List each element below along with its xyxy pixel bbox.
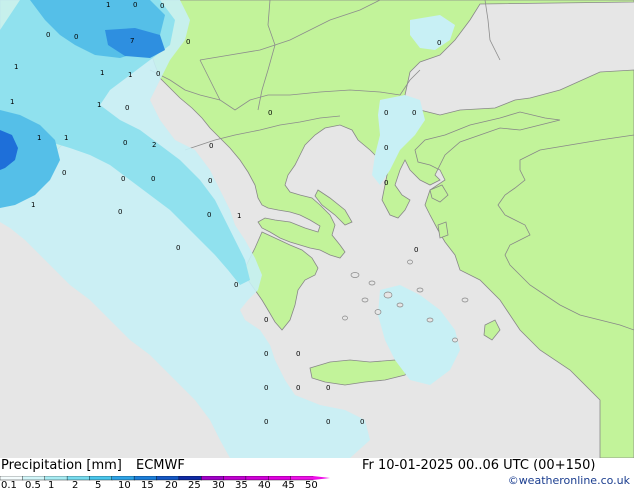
forecast-datetime: Fr 10-01-2025 00..06 UTC (00+150) [362, 458, 596, 473]
legend-tick-label: 30 [212, 480, 225, 490]
legend-tick-label: 10 [118, 480, 131, 490]
zero-marker: 0 [133, 1, 137, 9]
legend-tick-label: 25 [188, 480, 201, 490]
zero-marker: 0 [208, 177, 212, 185]
legend-tick-label: 15 [141, 480, 154, 490]
zero-marker: 0 [437, 39, 441, 47]
value-label: 7 [130, 37, 134, 45]
zero-marker: 0 [118, 208, 122, 216]
legend-swatch [66, 476, 91, 481]
value-label: 2 [152, 141, 156, 149]
value-label: 1 [31, 201, 35, 209]
zero-marker: 0 [326, 418, 330, 426]
zero-marker: 0 [264, 384, 268, 392]
zero-marker: 0 [186, 38, 190, 46]
credit-link[interactable]: ©weatheronline.co.uk [508, 475, 630, 487]
zero-marker: 0 [360, 418, 364, 426]
weather-map-view: 1 1 1 7 1 1 1 1 1 1 1 2 0 0 0 0 0 0 0 0 … [0, 0, 634, 490]
zero-marker: 0 [384, 179, 388, 187]
zero-marker: 0 [46, 31, 50, 39]
zero-marker: 0 [296, 384, 300, 392]
value-label: 1 [37, 134, 41, 142]
value-label: 1 [97, 101, 101, 109]
legend-tick-label: 2 [72, 480, 79, 490]
precipitation-map: 1 1 1 7 1 1 1 1 1 1 1 2 0 0 0 0 0 0 0 0 … [0, 0, 634, 458]
legend-tick-label: 5 [95, 480, 102, 490]
zero-marker: 0 [209, 142, 213, 150]
zero-marker: 0 [123, 139, 127, 147]
legend-tick-label: 0.5 [25, 480, 41, 490]
legend-tick-label: 40 [258, 480, 271, 490]
zero-marker: 0 [264, 316, 268, 324]
zero-marker: 0 [151, 175, 155, 183]
zero-marker: 0 [121, 175, 125, 183]
value-label: 1 [10, 98, 14, 106]
zero-marker: 0 [268, 109, 272, 117]
zero-marker: 0 [296, 350, 300, 358]
zero-marker: 0 [414, 246, 418, 254]
legend-tick-label: 20 [165, 480, 178, 490]
value-label: 1 [237, 212, 241, 220]
zero-marker: 0 [125, 104, 129, 112]
legend-tick-label: 1 [48, 480, 55, 490]
value-label: 1 [106, 1, 110, 9]
value-label: 1 [128, 71, 132, 79]
value-label: 1 [14, 63, 18, 71]
zero-marker: 0 [176, 244, 180, 252]
legend-tick-label: 0.1 [1, 480, 17, 490]
zero-marker: 0 [62, 169, 66, 177]
zero-marker: 0 [234, 281, 238, 289]
zero-marker: 0 [264, 350, 268, 358]
zero-marker: 0 [264, 418, 268, 426]
value-label: 1 [100, 69, 104, 77]
zero-marker: 0 [412, 109, 416, 117]
zero-marker: 0 [74, 33, 78, 41]
model-name: ECMWF [136, 458, 185, 473]
zero-marker: 0 [326, 384, 330, 392]
precipitation-title: Precipitation [mm] [1, 458, 122, 473]
zero-marker: 0 [384, 109, 388, 117]
value-label: 1 [64, 134, 68, 142]
legend-tick-label: 50 [305, 480, 318, 490]
legend-tick-label: 45 [282, 480, 295, 490]
zero-marker: 0 [160, 2, 164, 10]
zero-marker: 0 [384, 144, 388, 152]
zero-marker: 0 [207, 211, 211, 219]
legend-tick-label: 35 [235, 480, 248, 490]
zero-marker: 0 [156, 70, 160, 78]
chios [437, 221, 449, 239]
